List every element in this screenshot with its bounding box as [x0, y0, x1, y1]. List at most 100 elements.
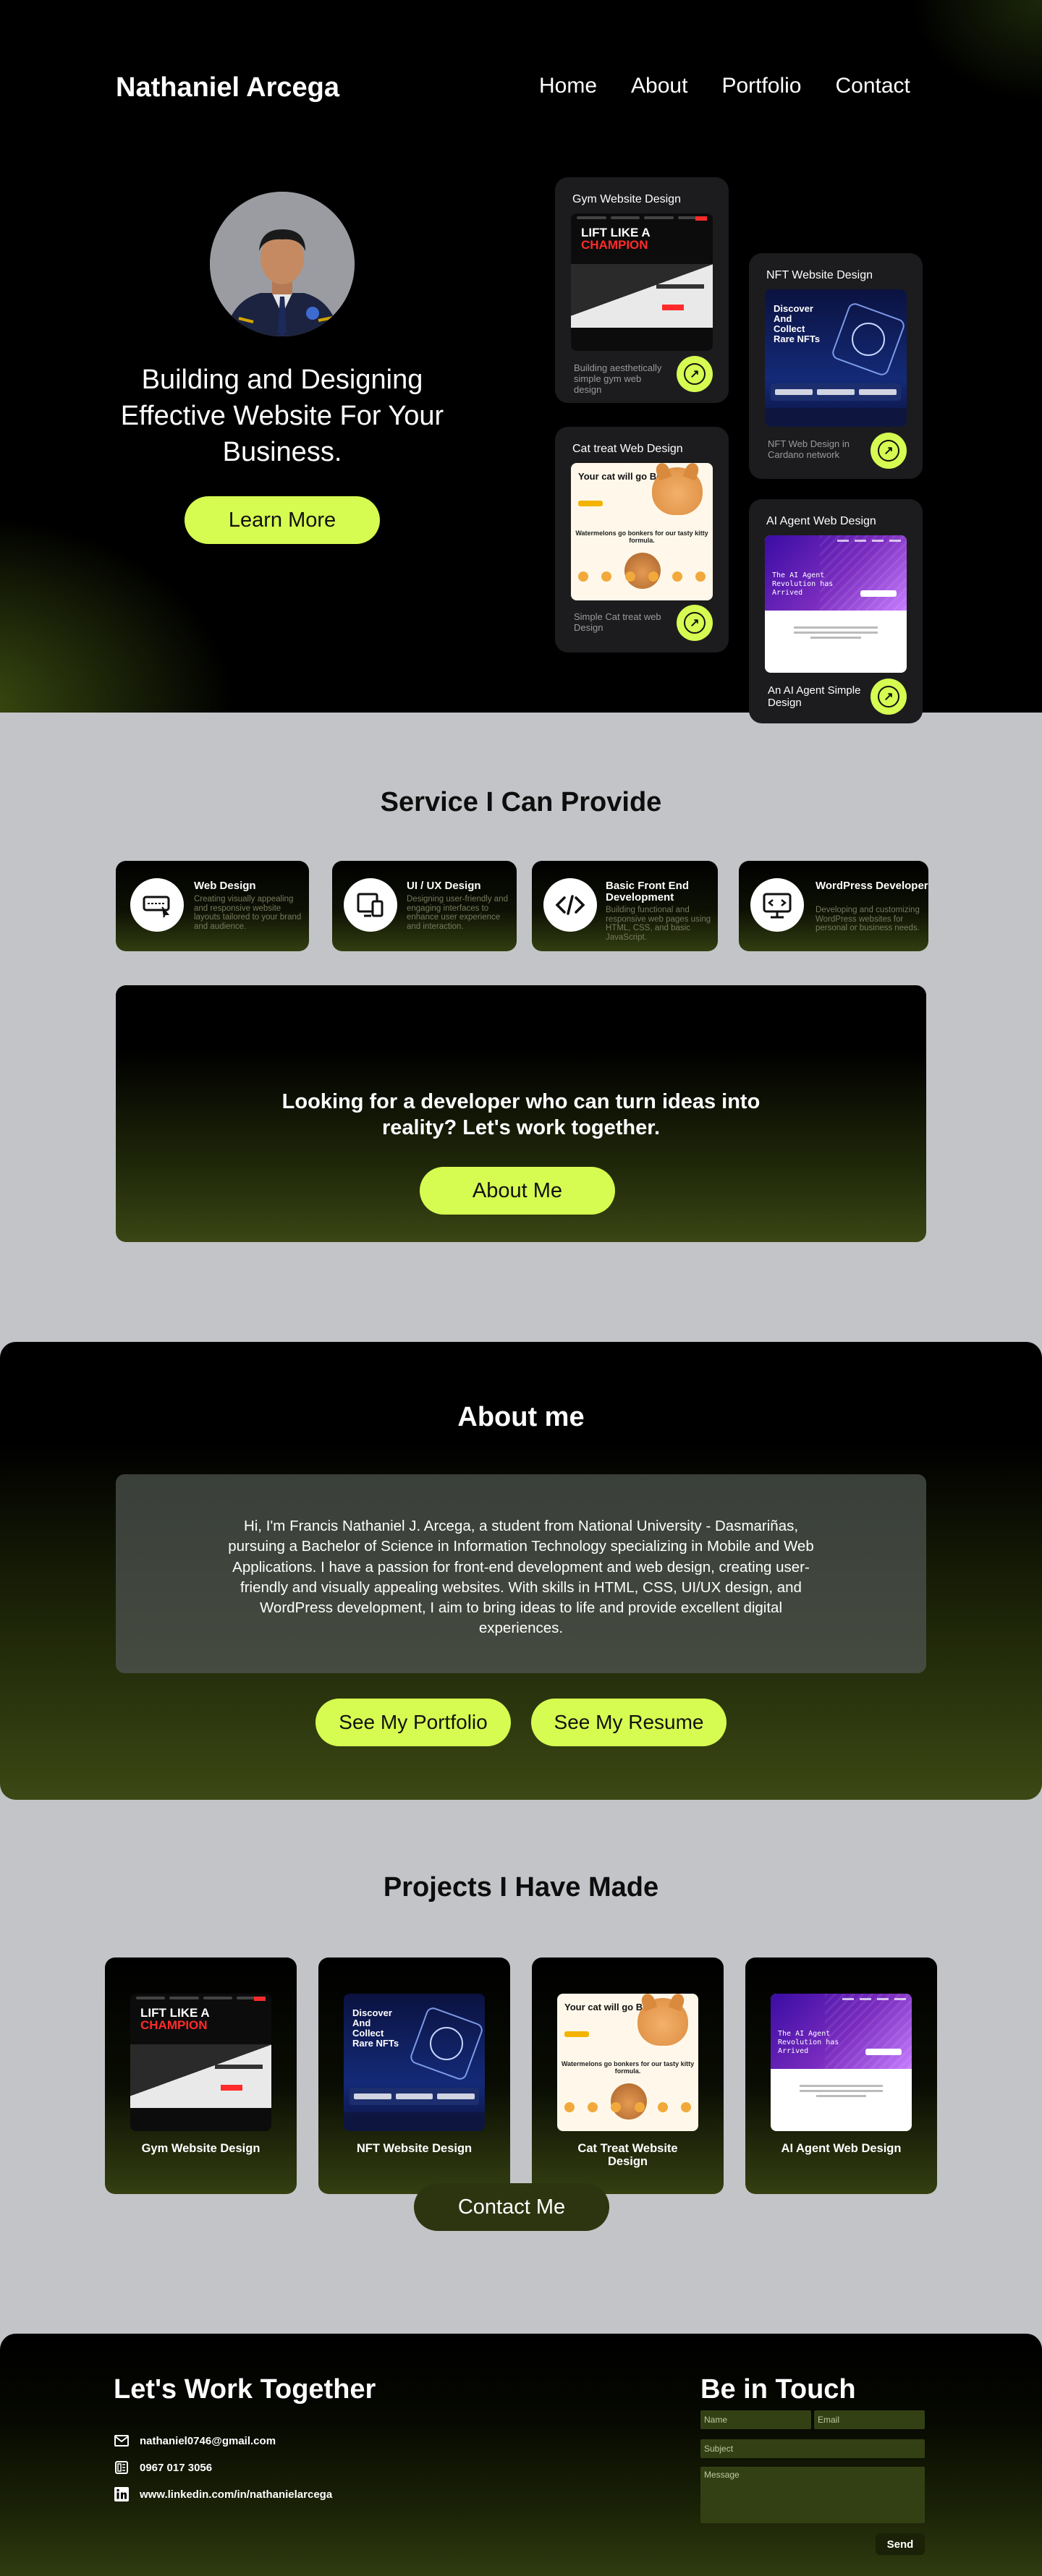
nft-website-thumbnail: Discover And Collect Rare NFTs	[765, 289, 907, 427]
card-title: Cat treat Web Design	[572, 443, 683, 455]
cat-treat-project-thumbnail: Your cat will go Bonkers Watermelons go …	[557, 1994, 698, 2131]
contact-email[interactable]: nathaniel0746@gmail.com	[140, 2435, 276, 2447]
nft-project-thumbnail: Discover And Collect Rare NFTs	[344, 1994, 485, 2131]
nav-about[interactable]: About	[631, 74, 687, 98]
projects-title: Projects I Have Made	[383, 1872, 659, 1903]
thumb-text: The AI Agent Revolution has Arrived	[772, 571, 834, 597]
hero-card-cat-treat[interactable]: Cat treat Web Design Your cat will go Bo…	[555, 427, 729, 652]
service-card-ui-ux[interactable]: UI / UX Design Designing user-friendly a…	[332, 861, 517, 951]
arrow-up-right-icon: ↗	[878, 440, 899, 462]
send-button[interactable]: Send	[876, 2533, 925, 2555]
service-title: UI / UX Design	[407, 880, 481, 892]
service-card-web-design[interactable]: Web Design Creating visually appealing a…	[116, 861, 309, 951]
contact-phone-row[interactable]: 0967 017 3056	[114, 2460, 212, 2475]
service-description: Building functional and responsive web p…	[606, 906, 711, 942]
about-me-button[interactable]: About Me	[420, 1167, 615, 1215]
card-description: An AI Agent Simple Design	[768, 684, 861, 709]
nav-contact[interactable]: Contact	[836, 74, 910, 98]
name-field[interactable]	[700, 2410, 811, 2429]
be-in-touch-title: Be in Touch	[700, 2374, 856, 2405]
hero-headline: Building and Designing Effective Website…	[120, 365, 444, 467]
web-design-icon	[130, 878, 184, 932]
thumb-subtext: Watermelons go bonkers for our tasty kit…	[575, 530, 708, 544]
card-description: NFT Web Design in Cardano network	[768, 438, 850, 460]
cta-text: Looking for a developer who can turn ide…	[281, 1090, 761, 1139]
see-my-resume-button[interactable]: See My Resume	[531, 1699, 727, 1746]
about-title: About me	[457, 1402, 585, 1432]
brand-name[interactable]: Nathaniel Arcega	[116, 72, 339, 103]
card-title: NFT Website Design	[766, 269, 873, 281]
linkedin-icon	[114, 2486, 130, 2502]
service-description: Developing and customizing WordPress web…	[816, 906, 920, 932]
project-card-gym[interactable]: LIFT LIKE A CHAMPION Gym Website Design	[105, 1957, 297, 2194]
footer: Let's Work Together nathaniel0746@gmail.…	[0, 2334, 1042, 2576]
project-card-nft[interactable]: Discover And Collect Rare NFTs NFT Websi…	[318, 1957, 510, 2194]
service-card-wordpress[interactable]: WordPress Developer Developing and custo…	[739, 861, 928, 951]
service-title: Basic Front End Development	[606, 880, 690, 904]
about-section: About me Hi, I'm Francis Nathaniel J. Ar…	[0, 1342, 1042, 1800]
message-field[interactable]	[700, 2467, 925, 2523]
thumb-text-accent: CHAMPION	[581, 238, 648, 252]
ai-agent-thumbnail: The AI Agent Revolution has Arrived	[765, 535, 907, 673]
project-name: Cat Treat Website Design	[577, 2142, 678, 2168]
service-title: Web Design	[194, 880, 256, 892]
about-paragraph: Hi, I'm Francis Nathaniel J. Arcega, a s…	[228, 1518, 814, 1637]
project-card-ai-agent[interactable]: The AI Agent Revolution has Arrived AI A…	[745, 1957, 937, 2194]
profile-portrait-image	[210, 192, 355, 336]
wordpress-monitor-icon	[750, 878, 804, 932]
profile-photo	[210, 192, 355, 336]
hero-card-nft[interactable]: NFT Website Design Discover And Collect …	[749, 253, 923, 479]
learn-more-button[interactable]: Learn More	[185, 496, 380, 544]
contact-me-button[interactable]: Contact Me	[414, 2183, 609, 2231]
main-nav: Home About Portfolio Contact	[539, 74, 910, 98]
ai-agent-project-thumbnail: The AI Agent Revolution has Arrived	[771, 1994, 912, 2131]
projects-section: Projects I Have Made LIFT LIKE A CHAMPION…	[0, 1800, 1042, 2337]
service-title: WordPress Developer	[816, 880, 928, 892]
card-description: Building aesthetically simple gym web de…	[574, 362, 662, 395]
contact-linkedin-row[interactable]: www.linkedin.com/in/nathanielarcega	[114, 2486, 332, 2502]
see-my-portfolio-button[interactable]: See My Portfolio	[315, 1699, 511, 1746]
hero-card-ai-agent[interactable]: AI Agent Web Design The AI Agent Revolut…	[749, 499, 923, 723]
service-card-front-end[interactable]: Basic Front End Development Building fun…	[532, 861, 718, 951]
services-title: Service I Can Provide	[380, 787, 662, 817]
footer-title: Let's Work Together	[114, 2374, 376, 2405]
phone-icon	[114, 2460, 130, 2475]
card-title: Gym Website Design	[572, 193, 681, 205]
service-description: Designing user-friendly and engaging int…	[407, 895, 508, 931]
arrow-up-right-icon: ↗	[684, 363, 706, 385]
hero-card-gym[interactable]: Gym Website Design LIFT LIKE A CHAMPION B…	[555, 177, 729, 403]
service-description: Creating visually appealing and responsi…	[194, 895, 302, 931]
contact-phone[interactable]: 0967 017 3056	[140, 2462, 212, 2474]
contact-email-row[interactable]: nathaniel0746@gmail.com	[114, 2433, 276, 2449]
project-name: NFT Website Design	[356, 2142, 473, 2155]
arrow-up-right-icon: ↗	[684, 612, 706, 634]
hero-section: Nathaniel Arcega Home About Portfolio Co…	[0, 0, 1042, 723]
contact-linkedin[interactable]: www.linkedin.com/in/nathanielarcega	[140, 2488, 332, 2501]
about-text-box: Hi, I'm Francis Nathaniel J. Arcega, a s…	[116, 1474, 926, 1673]
open-ai-agent-arrow-button[interactable]: ↗	[871, 679, 907, 715]
ui-ux-icon	[344, 878, 397, 932]
open-nft-arrow-button[interactable]: ↗	[871, 433, 907, 469]
thumb-subtext: Watermelons go bonkers for our tasty kit…	[561, 2060, 695, 2075]
thumb-text: Discover And Collect Rare NFTs	[774, 303, 821, 344]
collaboration-cta-panel: Looking for a developer who can turn ide…	[116, 985, 926, 1242]
arrow-up-right-icon: ↗	[878, 686, 899, 707]
nav-home[interactable]: Home	[539, 74, 597, 98]
gym-website-thumbnail: LIFT LIKE A CHAMPION	[571, 213, 713, 351]
card-description: Simple Cat treat web Design	[574, 611, 661, 633]
subject-field[interactable]	[700, 2439, 925, 2458]
code-icon	[543, 878, 597, 932]
nav-portfolio[interactable]: Portfolio	[721, 74, 801, 98]
gym-project-thumbnail: LIFT LIKE A CHAMPION	[130, 1994, 271, 2131]
open-gym-arrow-button[interactable]: ↗	[677, 356, 713, 392]
project-card-cat-treat[interactable]: Your cat will go Bonkers Watermelons go …	[532, 1957, 724, 2194]
thumb-text: Discover And Collect Rare NFTs	[352, 2007, 399, 2049]
email-field[interactable]	[814, 2410, 925, 2429]
thumb-text-accent: CHAMPION	[140, 2018, 208, 2032]
card-title: AI Agent Web Design	[766, 515, 876, 527]
cat-treat-thumbnail: Your cat will go Bonkers Watermelons go …	[571, 463, 713, 600]
mail-icon	[114, 2433, 130, 2449]
open-cat-treat-arrow-button[interactable]: ↗	[677, 605, 713, 641]
thumb-text: The AI Agent Revolution has Arrived	[778, 2030, 839, 2055]
project-name: AI Agent Web Design	[781, 2142, 902, 2155]
